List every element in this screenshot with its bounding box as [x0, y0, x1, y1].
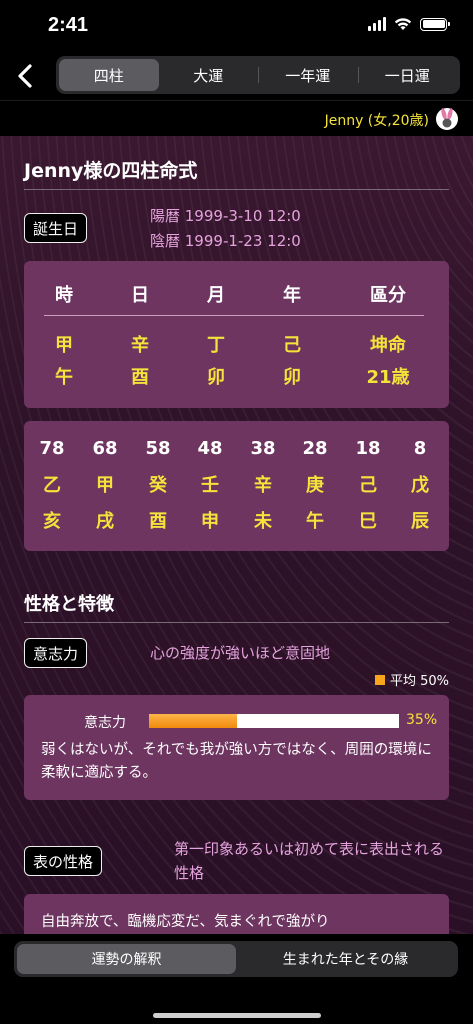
surface-tag: 表の性格: [24, 846, 103, 876]
surface-text: 自由奔放で、臨機応変だ、気まぐれで強がり: [41, 914, 330, 930]
divider: [24, 189, 449, 190]
age-label: 21歳: [366, 367, 410, 388]
nav-bar: 四柱 大運 一年運 一日運: [0, 52, 473, 100]
surface-description: 第一印象あるいは初めて表に表出される性格: [174, 840, 445, 882]
status-icons: [368, 17, 450, 31]
luck-stem: 癸: [149, 475, 167, 496]
pillar-branch: 酉: [131, 367, 149, 388]
pillar-stem: 己: [283, 335, 301, 356]
tab-four-pillars[interactable]: 四柱: [59, 59, 159, 91]
will-tag: 意志力: [24, 638, 88, 668]
luck-stem: 辛: [254, 475, 272, 496]
will-description: 心の強度が強いほど意固地: [150, 644, 331, 662]
average-legend: 平均 50%: [374, 670, 449, 689]
luck-age: 38: [250, 438, 276, 459]
pillar-header: 年: [283, 285, 301, 306]
user-label[interactable]: Jenny (女,20歳): [325, 110, 429, 130]
will-progress-bar: [149, 714, 399, 728]
status-time: 2:41: [48, 14, 89, 36]
will-panel: 意志力 35% 弱くはないが、それでも我が強い方ではなく、周囲の環境に柔軟に適応…: [24, 695, 449, 800]
pillar-branch: 卯: [283, 367, 301, 388]
luck-branch: 戌: [96, 511, 114, 532]
bottom-segmented-control: 運勢の解釈 生まれた年とその縁: [14, 941, 458, 977]
pillar-branch: 午: [55, 367, 73, 388]
luck-branch: 申: [201, 511, 219, 532]
luck-stem: 庚: [306, 475, 324, 496]
pillar-stems: 甲 辛 丁 己 坤命: [24, 331, 449, 361]
average-label: 平均 50%: [389, 674, 449, 689]
status-bar: 2:41: [0, 0, 473, 52]
luck-age: 28: [302, 438, 328, 459]
luck-age: 58: [145, 438, 171, 459]
pillar-header: 區分: [370, 285, 406, 306]
birth-tag: 誕生日: [24, 213, 88, 243]
gender-label: 坤命: [370, 335, 406, 356]
luck-stem: 壬: [201, 475, 219, 496]
pillar-header: 月: [207, 285, 225, 306]
home-indicator[interactable]: [153, 1013, 321, 1018]
pillar-stem: 辛: [131, 335, 149, 356]
bottom-bar: 運勢の解釈 生まれた年とその縁: [0, 934, 473, 1024]
luck-branch: 辰: [411, 511, 429, 532]
four-pillars-panel: 時 日 月 年 區分 甲 辛 丁 己 坤命 午 酉 卯 卯 21歳: [24, 261, 449, 408]
major-luck-panel: 78 68 58 48 38 28 18 8 乙 甲 癸 壬 辛 庚 己 戊 亥…: [24, 421, 449, 551]
personality-title: 性格と特徴: [24, 594, 114, 615]
pillar-header: 時: [55, 285, 73, 306]
will-progress-fill: [149, 714, 237, 728]
wifi-icon: [394, 18, 412, 30]
will-percent: 35%: [406, 712, 438, 728]
luck-branch: 亥: [43, 511, 61, 532]
luck-stem: 戊: [411, 475, 429, 496]
lunar-date: 陰暦 1999-1-23 12:0: [150, 232, 301, 250]
luck-stem: 乙: [43, 475, 61, 496]
luck-age: 48: [197, 438, 223, 459]
surface-panel: 自由奔放で、臨機応変だ、気まぐれで強がり: [24, 894, 449, 934]
main-content[interactable]: Jenny様の四柱命式 誕生日 陽暦 1999-3-10 12:0 陰暦 199…: [0, 136, 473, 934]
rabbit-icon[interactable]: [435, 106, 459, 132]
top-segmented-control: 四柱 大運 一年運 一日運: [56, 56, 460, 94]
luck-stem: 己: [359, 475, 377, 496]
tab-birth-year-relations[interactable]: 生まれた年とその縁: [236, 944, 455, 974]
tab-major-luck[interactable]: 大運: [159, 59, 259, 91]
pillar-stem: 甲: [55, 335, 73, 356]
luck-branch: 酉: [149, 511, 167, 532]
solar-date: 陽暦 1999-3-10 12:0: [150, 207, 301, 225]
pillar-branches: 午 酉 卯 卯 21歳: [24, 363, 449, 393]
luck-age: 8: [413, 438, 427, 459]
pillar-branch: 卯: [207, 367, 225, 388]
luck-age: 68: [92, 438, 118, 459]
will-text: 弱くはないが、それでも我が強い方ではなく、周囲の環境に柔軟に適応する。: [41, 742, 432, 781]
tab-yearly-luck[interactable]: 一年運: [258, 59, 358, 91]
pillar-headers: 時 日 月 年 區分: [24, 281, 449, 311]
back-chevron-icon[interactable]: [10, 58, 42, 94]
battery-icon: [420, 17, 450, 31]
luck-age: 78: [39, 438, 65, 459]
cellular-signal-icon: [368, 17, 386, 31]
user-bar: Jenny (女,20歳): [0, 100, 473, 136]
pillar-divider: [44, 315, 424, 316]
tab-fortune-interpretation[interactable]: 運勢の解釈: [17, 944, 236, 974]
luck-age: 18: [355, 438, 381, 459]
luck-stem: 甲: [96, 475, 114, 496]
pillar-stem: 丁: [207, 335, 225, 356]
chart-title: Jenny様の四柱命式: [24, 160, 198, 182]
divider: [24, 622, 449, 623]
tab-daily-luck[interactable]: 一日運: [357, 59, 458, 91]
average-swatch: [374, 674, 385, 685]
luck-branch: 未: [254, 511, 272, 532]
pillar-header: 日: [131, 285, 149, 306]
luck-branch: 午: [306, 511, 324, 532]
luck-branch: 巳: [359, 511, 377, 532]
will-bar-label: 意志力: [84, 715, 126, 731]
